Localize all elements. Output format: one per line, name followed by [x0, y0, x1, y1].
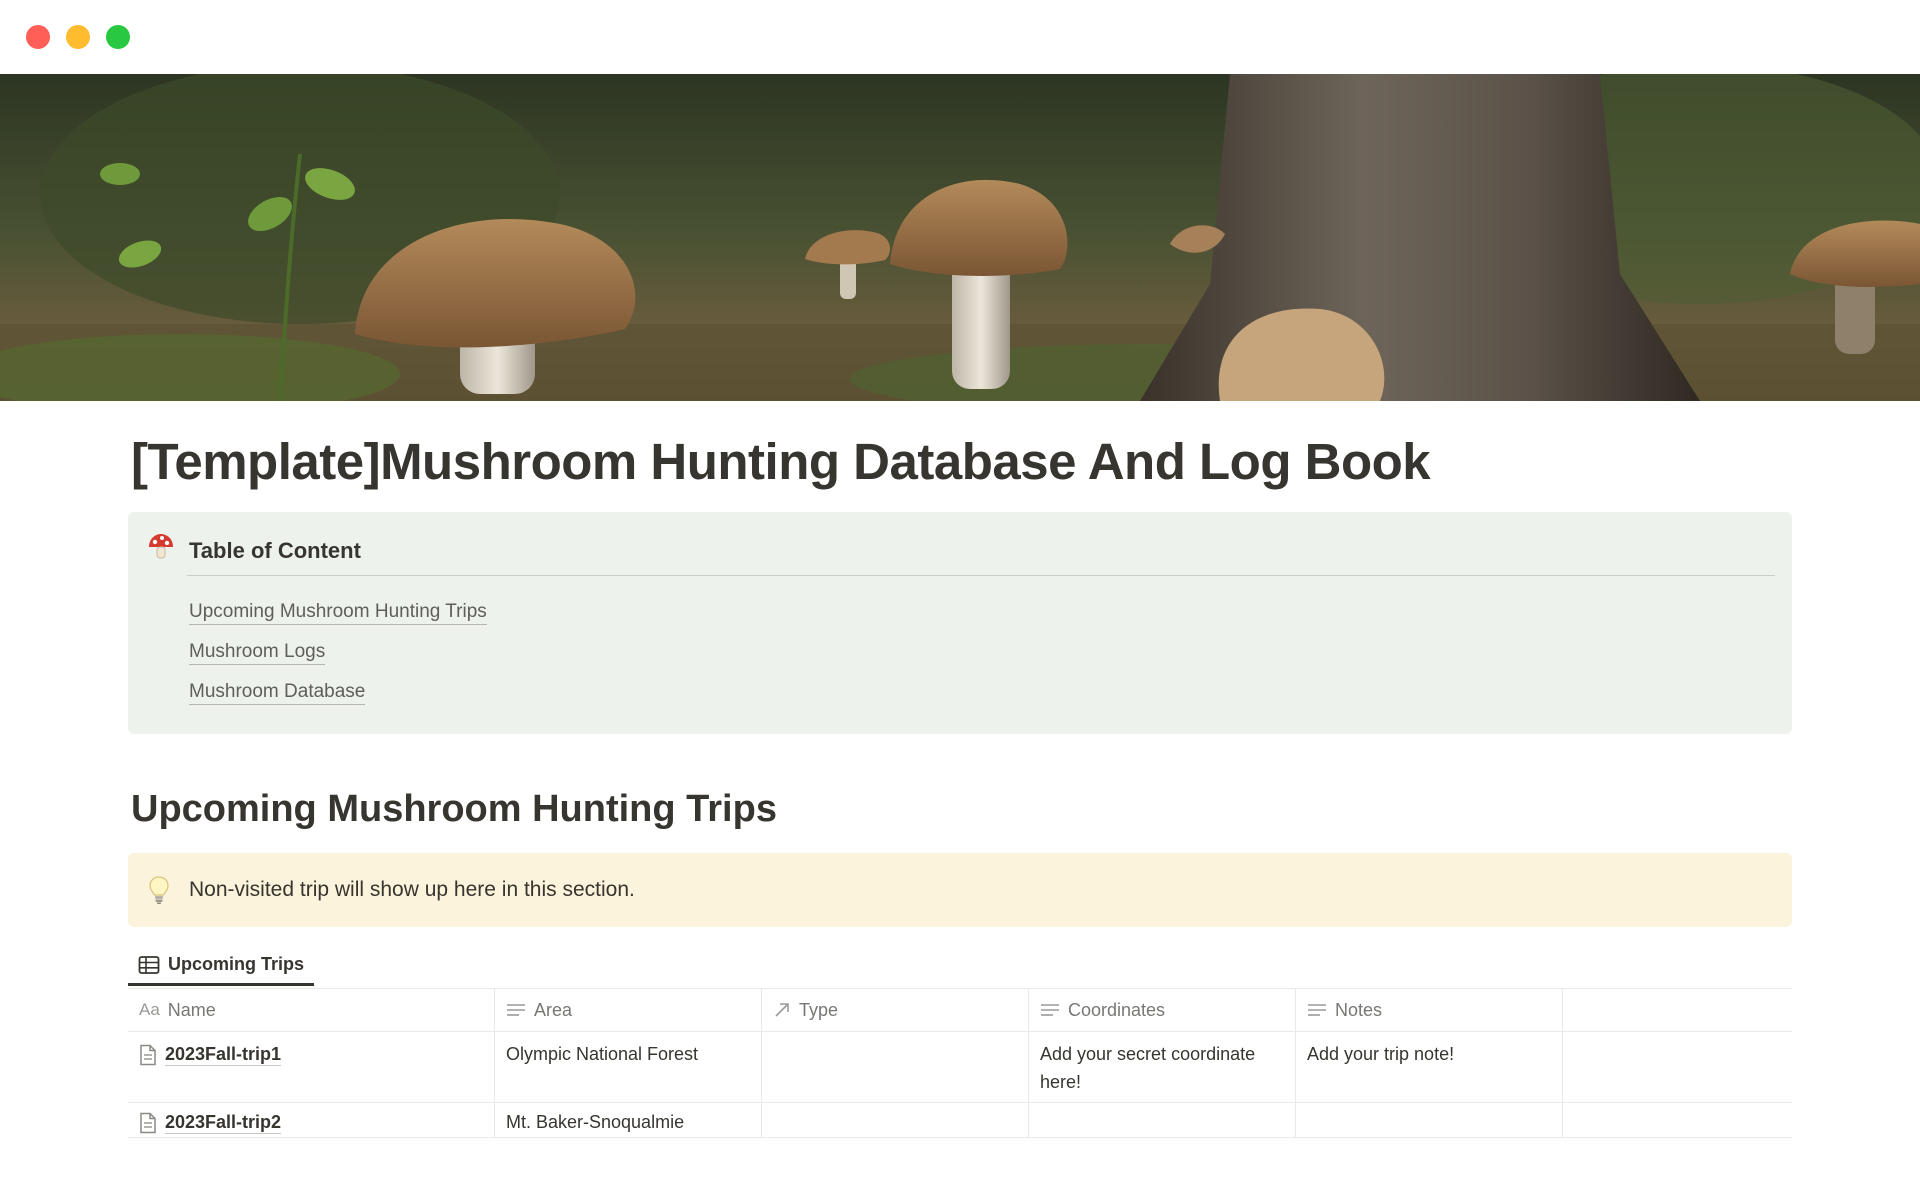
table-row[interactable]: 2023Fall-trip2 Mt. Baker-Snoqualmie: [128, 1103, 1792, 1138]
table-icon: [138, 955, 160, 974]
coordinates-cell[interactable]: Add your secret coordinate here!: [1029, 1032, 1296, 1102]
row-notes: [1307, 1103, 1551, 1108]
type-cell[interactable]: [762, 1103, 1029, 1137]
row-area: Mt. Baker-Snoqualmie: [506, 1112, 685, 1132]
row-name[interactable]: 2023Fall-trip2: [165, 1111, 282, 1134]
column-header-area[interactable]: Area: [495, 989, 762, 1031]
info-callout: Non-visited trip will show up here in th…: [128, 853, 1792, 927]
arrow-up-right-icon: [775, 1003, 789, 1017]
notes-cell[interactable]: [1296, 1103, 1563, 1137]
row-type: [773, 1103, 1017, 1108]
area-cell[interactable]: Olympic National Forest: [495, 1032, 762, 1102]
section-heading-upcoming-trips[interactable]: Upcoming Mushroom Hunting Trips: [131, 788, 777, 831]
mushroom-icon[interactable]: [146, 532, 176, 562]
toc-link-mushroom-database[interactable]: Mushroom Database: [189, 681, 366, 705]
table-header-row: Aa Name Area Type Coordinates Notes: [128, 988, 1792, 1032]
column-header-notes[interactable]: Notes: [1296, 989, 1563, 1031]
name-cell[interactable]: 2023Fall-trip1: [128, 1032, 495, 1102]
column-header-name[interactable]: Aa Name: [128, 989, 495, 1031]
row-coordinates: [1040, 1103, 1284, 1108]
mushroom-forest-illustration: [0, 74, 1920, 401]
notes-cell[interactable]: Add your trip note!: [1296, 1032, 1563, 1102]
table-of-content-callout: Table of Content Upcoming Mushroom Hunti…: [128, 512, 1792, 734]
page-icon: [140, 1044, 156, 1066]
page-icon: [140, 1112, 156, 1134]
text-lines-icon: [507, 1004, 525, 1016]
row-area: Olympic National Forest: [506, 1044, 699, 1064]
view-tab-label: Upcoming Trips: [168, 954, 305, 974]
row-notes: Add your trip note!: [1307, 1044, 1455, 1064]
column-header-empty: [1563, 989, 1792, 1031]
table-row[interactable]: 2023Fall-trip1 Olympic National Forest A…: [128, 1032, 1792, 1103]
toc-title: Table of Content: [189, 538, 361, 563]
column-header-label: Area: [534, 999, 573, 1020]
column-header-type[interactable]: Type: [762, 989, 1029, 1031]
text-lines-icon: [1308, 1004, 1326, 1016]
toc-link-mushroom-logs[interactable]: Mushroom Logs: [189, 641, 326, 665]
area-cell[interactable]: Mt. Baker-Snoqualmie: [495, 1103, 762, 1137]
column-header-label: Notes: [1335, 999, 1383, 1020]
title-property-icon: Aa: [139, 1000, 160, 1019]
column-header-label: Type: [799, 999, 839, 1020]
row-type: [773, 1032, 1017, 1040]
row-coordinates: Add your secret coordinate here!: [1040, 1044, 1256, 1092]
type-cell[interactable]: [762, 1032, 1029, 1102]
column-header-coordinates[interactable]: Coordinates: [1029, 989, 1296, 1031]
empty-cell: [1563, 1032, 1792, 1102]
row-name[interactable]: 2023Fall-trip1: [165, 1043, 282, 1066]
view-tab-upcoming-trips[interactable]: Upcoming Trips: [128, 946, 315, 986]
window-titlebar: [0, 0, 1920, 74]
page-cover-image[interactable]: [0, 74, 1920, 401]
toc-link-upcoming-trips[interactable]: Upcoming Mushroom Hunting Trips: [189, 601, 487, 625]
column-header-label: Coordinates: [1068, 999, 1166, 1020]
toc-divider: [187, 575, 1775, 576]
page-title[interactable]: [Template]Mushroom Hunting Database And …: [131, 432, 1431, 491]
column-header-label: Name: [167, 999, 216, 1020]
lightbulb-icon[interactable]: [148, 875, 170, 905]
zoom-window-button[interactable]: [106, 25, 130, 49]
name-cell[interactable]: 2023Fall-trip2: [128, 1103, 495, 1137]
empty-cell: [1563, 1103, 1792, 1137]
info-callout-text: Non-visited trip will show up here in th…: [189, 878, 635, 901]
coordinates-cell[interactable]: [1029, 1103, 1296, 1137]
minimize-window-button[interactable]: [66, 25, 90, 49]
close-window-button[interactable]: [26, 25, 50, 49]
text-lines-icon: [1041, 1004, 1059, 1016]
